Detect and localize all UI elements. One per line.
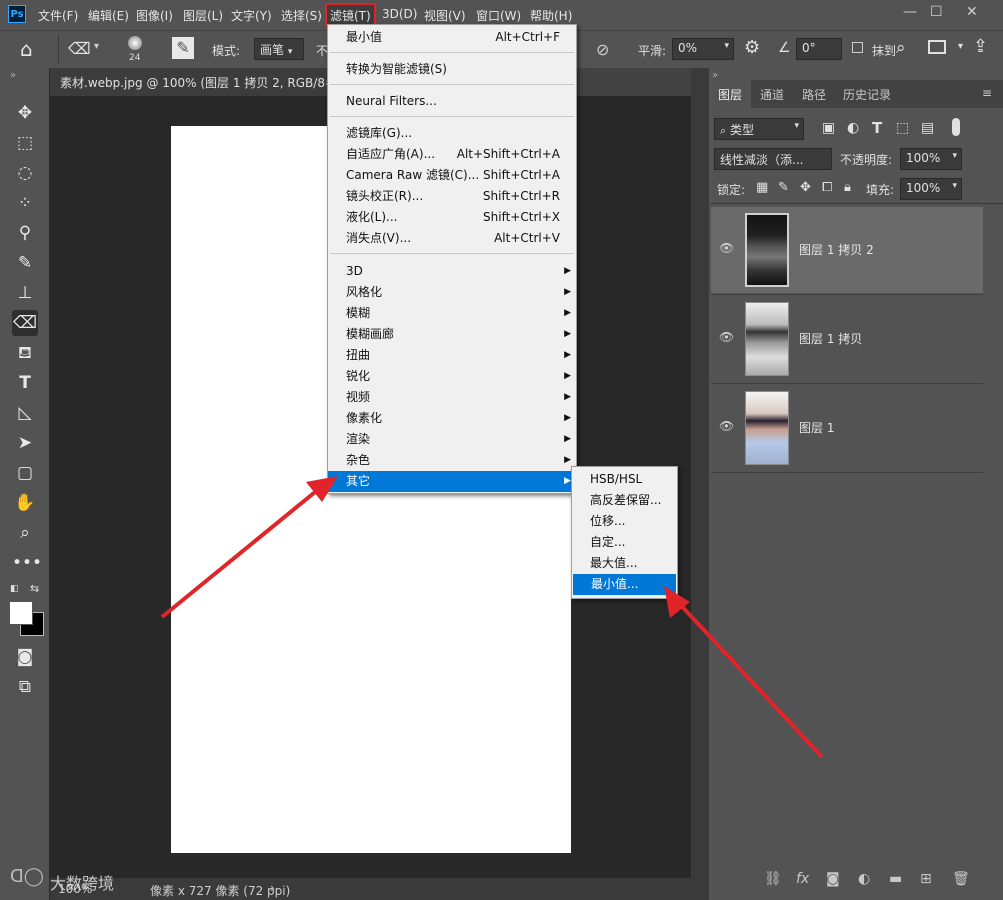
annotation-arrow-left (160, 476, 338, 619)
annotation-arrows (160, 476, 824, 759)
annotation-arrow-right (664, 586, 824, 759)
